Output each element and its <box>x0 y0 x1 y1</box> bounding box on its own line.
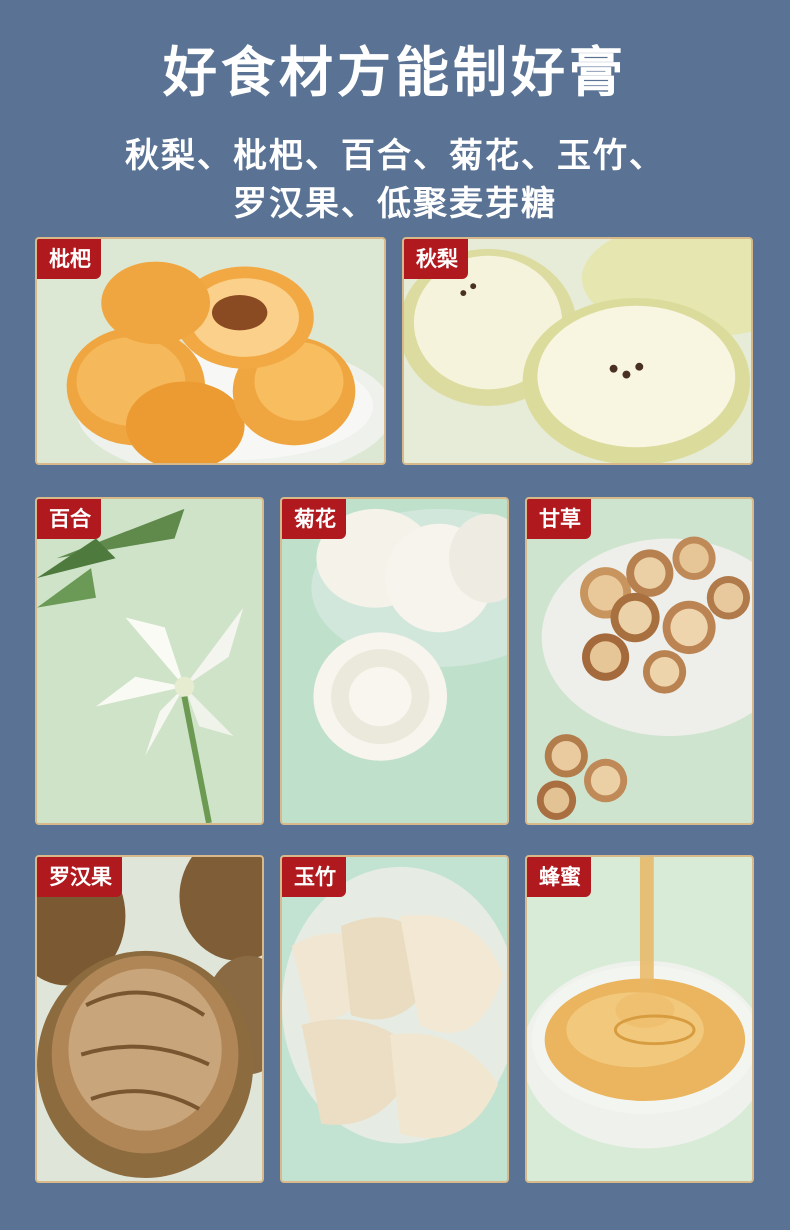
card-monk-fruit: 罗汉果 <box>35 855 264 1183</box>
page-title: 好食材方能制好膏 <box>163 41 627 104</box>
lily-image <box>37 508 244 823</box>
card-label: 罗汉果 <box>37 857 122 897</box>
card-label: 百合 <box>37 499 101 539</box>
monk-fruit-image <box>37 857 262 1179</box>
card-licorice: 甘草 <box>525 497 754 825</box>
card-loquat: 枇杷 <box>35 237 386 465</box>
card-label: 秋梨 <box>404 239 468 279</box>
ingredients-line-1: 秋梨、枇杷、百合、菊花、玉竹、 <box>125 136 665 176</box>
ingredients-line-2: 罗汉果、低聚麦芽糖 <box>233 184 557 224</box>
polygonatum-image <box>282 866 507 1144</box>
card-label: 菊花 <box>282 499 346 539</box>
honey-image <box>527 857 752 1149</box>
card-honey: 蜂蜜 <box>525 855 754 1183</box>
card-chrysanthemum: 菊花 <box>280 497 509 825</box>
card-label: 蜂蜜 <box>527 857 591 897</box>
card-lily: 百合 <box>35 497 264 825</box>
card-label: 枇杷 <box>37 239 101 279</box>
card-pear: 秋梨 <box>402 237 753 465</box>
card-label: 玉竹 <box>282 857 346 897</box>
chrysanthemum-image <box>311 508 507 761</box>
licorice-image <box>536 536 752 821</box>
card-polygonatum: 玉竹 <box>280 855 509 1183</box>
card-label: 甘草 <box>527 499 591 539</box>
